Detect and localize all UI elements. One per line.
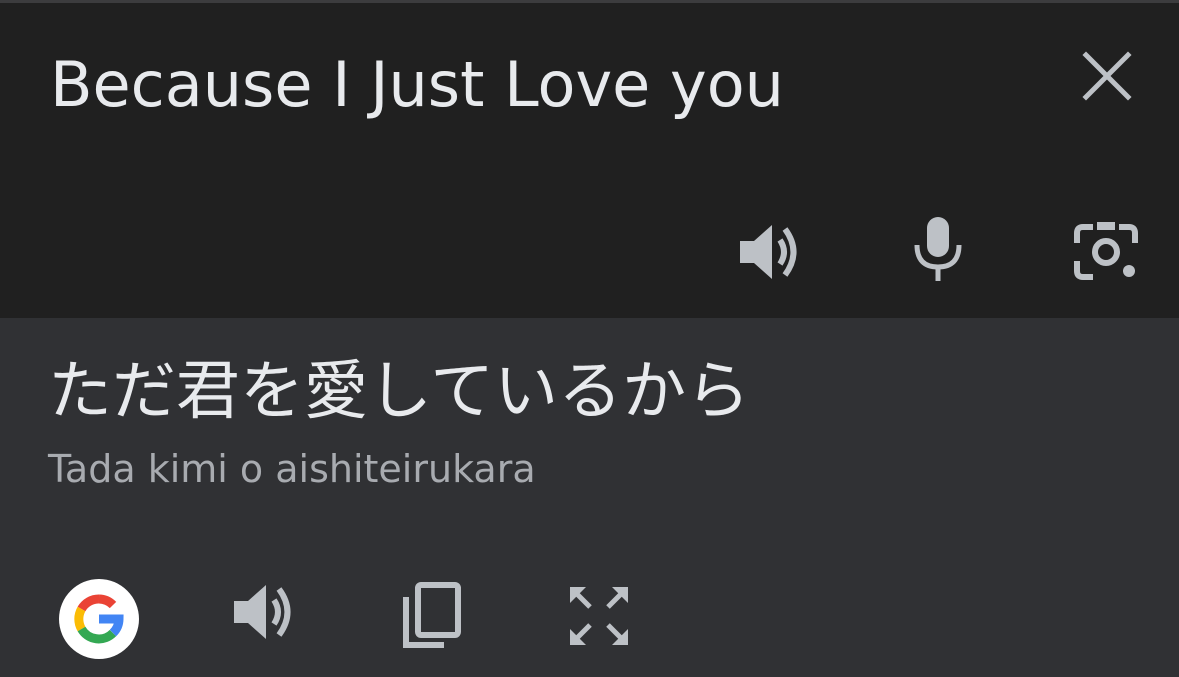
close-icon[interactable] bbox=[1078, 47, 1136, 105]
translation-text[interactable]: ただ君を愛しているから bbox=[48, 352, 750, 432]
camera-icon[interactable] bbox=[1071, 221, 1141, 283]
source-text[interactable]: Because I Just Love you bbox=[50, 45, 784, 125]
speaker-icon[interactable] bbox=[736, 221, 804, 283]
source-panel: Because I Just Love you bbox=[0, 3, 1179, 318]
microphone-icon[interactable] bbox=[905, 215, 971, 283]
romanization-text: Tada kimi o aishiteirukara bbox=[48, 447, 536, 491]
speaker-icon[interactable] bbox=[230, 581, 298, 643]
copy-icon[interactable] bbox=[398, 581, 464, 651]
fullscreen-icon[interactable] bbox=[566, 583, 632, 649]
google-logo[interactable] bbox=[59, 579, 139, 659]
translation-panel: ただ君を愛しているから Tada kimi o aishiteirukara bbox=[0, 318, 1179, 677]
